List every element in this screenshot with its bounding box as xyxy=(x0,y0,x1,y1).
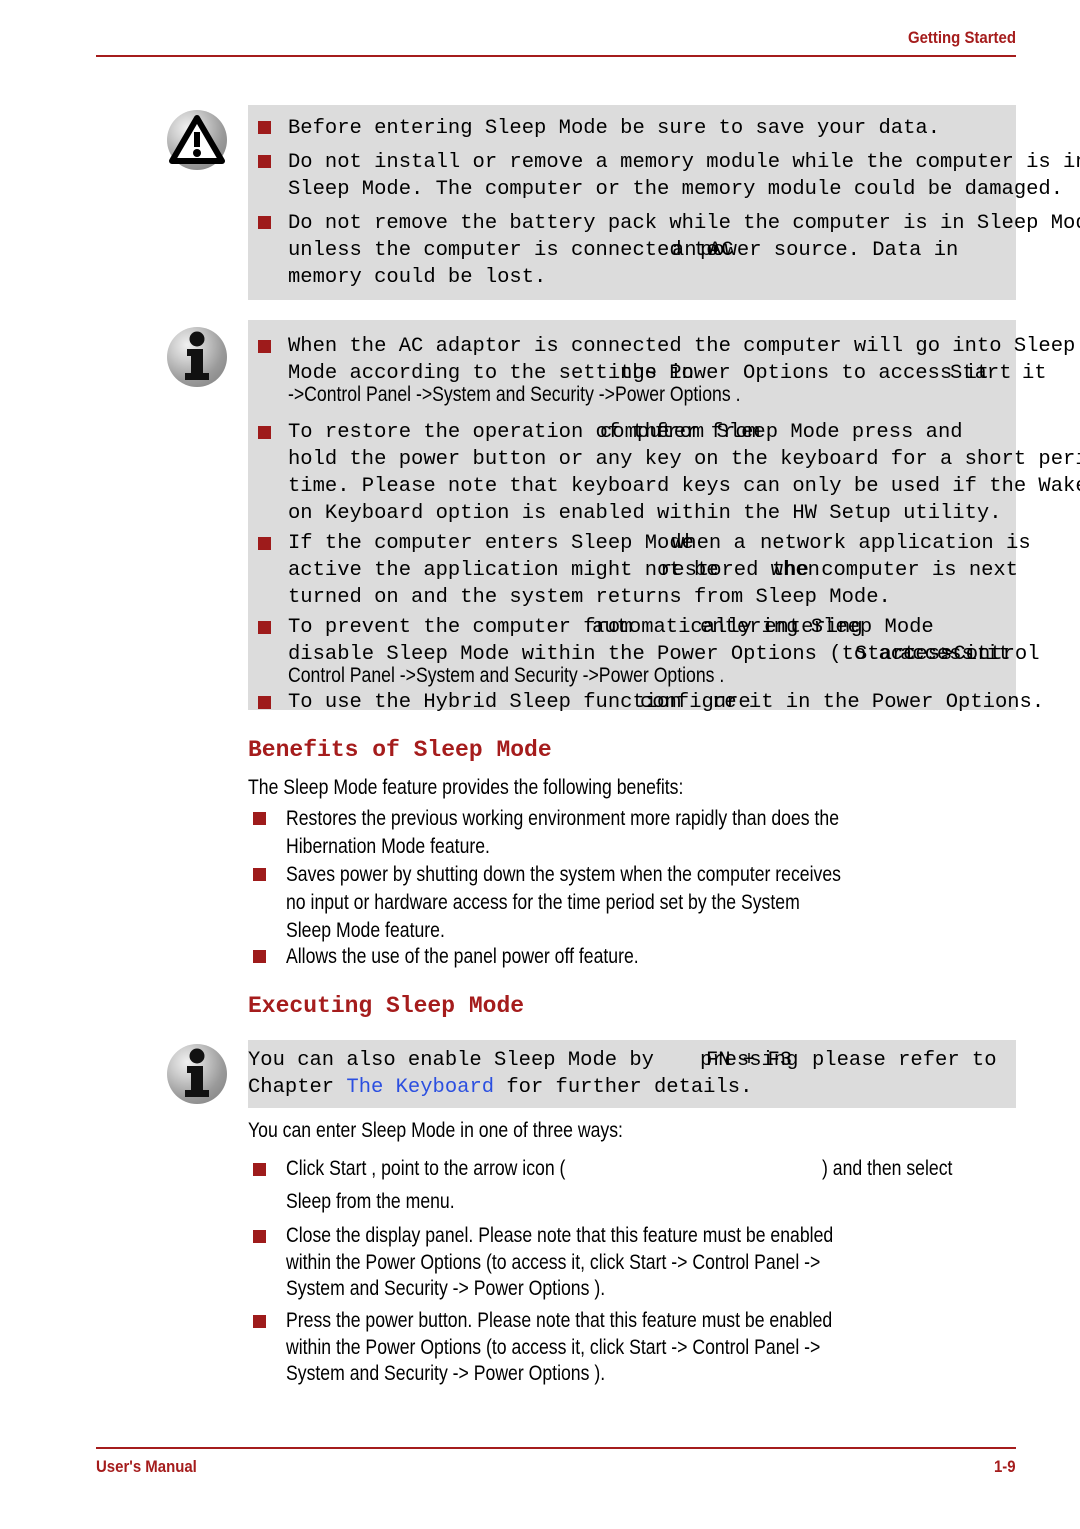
exec-b1-l1-tail: ) and then select xyxy=(822,1157,953,1180)
info-b1-path: ->Control Panel ->System and Security ->… xyxy=(288,382,827,409)
benefit-1-l2: Hibernation Mode feature. xyxy=(286,835,490,858)
bullet-square xyxy=(258,696,271,710)
info-b2-l4: on Keyboard option is enabled within the… xyxy=(288,502,1002,525)
keyboard-chapter-link[interactable]: The Keyboard xyxy=(346,1076,494,1099)
bullet-square xyxy=(258,537,271,551)
warning-triangle-icon xyxy=(165,108,229,172)
info-b1-l2-tail: it xyxy=(1022,362,1047,385)
info-b4-path-text: Control Panel ->System and Security ->Po… xyxy=(288,664,725,687)
caution-line-3b: unless the computer is connected to xyxy=(288,239,719,262)
info-i-icon xyxy=(165,1042,229,1106)
info-b3-l3: turned on and the system returns from Sl… xyxy=(288,586,891,609)
exec-note-l2-post: for further details. xyxy=(494,1076,753,1099)
bullet-square xyxy=(253,1315,266,1329)
bullet-square xyxy=(253,812,266,826)
header-rule xyxy=(96,55,1016,57)
benefit-2-l3: Sleep Mode feature. xyxy=(286,919,445,942)
info-b3-l1-tail: network application is xyxy=(760,532,1031,555)
bullet-square xyxy=(258,426,271,440)
footer-manual-label: User's Manual xyxy=(96,1457,197,1476)
exec-b3-l2: within the Power Options (to access it, … xyxy=(286,1336,821,1359)
exec-note-l2-pre: Chapter xyxy=(248,1076,347,1099)
exec-b2-l2: within the Power Options (to access it, … xyxy=(286,1251,821,1274)
footer-page-number: 1-9 xyxy=(994,1457,1016,1476)
manual-page: Getting Started Before entering Sleep Mo… xyxy=(0,0,1080,1529)
header-title: Getting Started xyxy=(907,28,1016,47)
info-i-icon xyxy=(165,325,229,389)
caution-line-3c: memory could be lost. xyxy=(288,266,547,289)
exec-b3-l3: System and Security -> Power Options ). xyxy=(286,1362,606,1385)
bullet-square xyxy=(258,121,271,135)
info-b3-l2-base: active the application might not be xyxy=(288,559,719,582)
bullet-square xyxy=(258,621,271,635)
info-b1-l2-overlap2: Start xyxy=(950,362,1012,385)
info-b1-l1: When the AC adaptor is connected the com… xyxy=(288,335,1076,358)
exec-note-l1-suffix: please refer to xyxy=(812,1049,997,1072)
exec-b2-l3: System and Security -> Power Options ). xyxy=(286,1277,606,1300)
page-header: Getting Started xyxy=(96,28,1016,57)
exec-note-l1-prefix: You can also enable Sleep Mode by xyxy=(248,1049,654,1072)
executing-intro: You can enter Sleep Mode in one of three… xyxy=(248,1119,623,1142)
bullet-square xyxy=(253,1163,266,1177)
caution-line-3b-tail: power source. Data in xyxy=(700,239,959,262)
bullet-square xyxy=(258,155,271,169)
heading-benefits: Benefits of Sleep Mode xyxy=(248,737,552,763)
info-b2-l2: hold the power button or any key on the … xyxy=(288,448,1080,471)
exec-b2-l1: Close the display panel. Please note tha… xyxy=(286,1224,834,1247)
info-b4-l1-base: To prevent the computer from xyxy=(288,616,633,639)
info-b4-l1-tail: entering Sleep Mode xyxy=(700,616,934,639)
info-b2-l3: time. Please note that keyboard keys can… xyxy=(288,475,1080,498)
info-b1-path-text: ->Control Panel ->System and Security ->… xyxy=(288,383,741,406)
exec-b1-l1: Click Start , point to the arrow icon ( xyxy=(286,1157,566,1180)
caution-line-2a: Do not install or remove a memory module… xyxy=(288,151,1080,174)
page-footer: User's Manual 1-9 xyxy=(96,1447,1016,1477)
info-b2-l1-tail: from Sleep Mode press and xyxy=(655,421,963,444)
exec-b1-l2: Sleep from the menu. xyxy=(286,1190,455,1213)
benefit-2-l2: no input or hardware access for the time… xyxy=(286,891,800,914)
exec-note-l2: Chapter The Keyboard for further details… xyxy=(248,1075,752,1102)
info-b4-path: Control Panel ->System and Security ->Po… xyxy=(288,663,807,690)
info-b5-l1-tail: re it in the Power Options. xyxy=(712,691,1045,714)
footer-rule xyxy=(96,1447,1016,1449)
bullet-square xyxy=(258,216,271,230)
bullet-square xyxy=(253,950,266,964)
exec-note-l1-overlap: FN + F3 xyxy=(706,1049,793,1072)
bullet-square xyxy=(258,340,271,354)
benefit-2-l1: Saves power by shutting down the system … xyxy=(286,863,841,886)
info-b3-l2-tail: the computer is next xyxy=(772,559,1019,582)
exec-b3-l1: Press the power button. Please note that… xyxy=(286,1309,833,1332)
heading-executing: Executing Sleep Mode xyxy=(248,993,525,1019)
benefit-1-l1: Restores the previous working environmen… xyxy=(286,807,840,830)
info-b3-l1-overlap: when a xyxy=(672,532,746,555)
bullet-square xyxy=(253,868,266,882)
caution-line-3a: Do not remove the battery pack while the… xyxy=(288,212,1080,235)
caution-line-2b: Sleep Mode. The computer or the memory m… xyxy=(288,178,1064,201)
benefits-intro: The Sleep Mode feature provides the foll… xyxy=(248,776,684,799)
caution-line-1: Before entering Sleep Mode be sure to sa… xyxy=(288,117,941,140)
info-b5-l1-base: To use the Hybrid Sleep function xyxy=(288,691,682,714)
bullet-square xyxy=(253,1230,266,1244)
benefit-3-l1: Allows the use of the panel power off fe… xyxy=(286,945,639,968)
info-b4-l2-tail: access it xyxy=(900,643,1011,666)
info-b3-l1-base: If the computer enters Sleep Mode xyxy=(288,532,694,555)
